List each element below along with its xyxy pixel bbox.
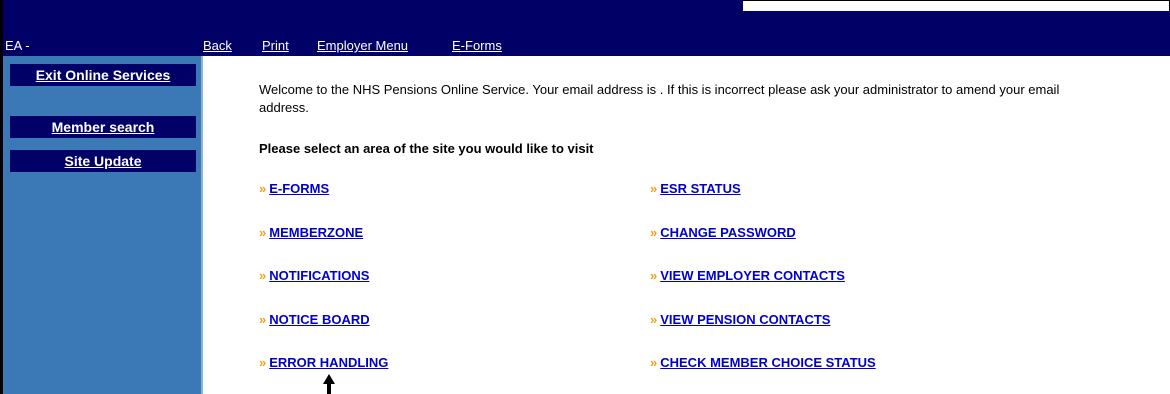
site-update-button[interactable]: Site Update xyxy=(10,150,196,172)
memberzone-link[interactable]: » MEMBERZONE xyxy=(259,225,363,240)
view-employer-contacts-link[interactable]: » VIEW EMPLOYER CONTACTS xyxy=(650,268,845,283)
employer-menu-link[interactable]: Employer Menu xyxy=(317,38,408,53)
sidebar-divider xyxy=(201,56,203,394)
check-member-choice-status-link[interactable]: » CHECK MEMBER CHOICE STATUS xyxy=(650,355,876,370)
back-link[interactable]: Back xyxy=(203,38,232,53)
top-banner-gap xyxy=(743,0,1170,11)
top-banner xyxy=(3,0,743,34)
bullet-icon: » xyxy=(259,268,267,283)
notice-board-link[interactable]: » NOTICE BOARD xyxy=(259,312,370,327)
bullet-icon: » xyxy=(259,312,267,327)
bullet-icon: » xyxy=(650,225,658,240)
bullet-icon: » xyxy=(650,312,658,327)
esr-status-link[interactable]: » ESR STATUS xyxy=(650,181,741,196)
nav-bar xyxy=(3,34,1170,56)
member-search-button[interactable]: Member search xyxy=(10,116,196,138)
bullet-icon: » xyxy=(650,181,658,196)
eforms-link[interactable]: » E-FORMS xyxy=(259,181,329,196)
sidebar: Exit Online Services Member search Site … xyxy=(3,56,201,394)
view-pension-contacts-link[interactable]: » VIEW PENSION CONTACTS xyxy=(650,312,830,327)
bullet-icon: » xyxy=(259,181,267,196)
welcome-message: Welcome to the NHS Pensions Online Servi… xyxy=(259,82,1060,115)
change-password-link[interactable]: » CHANGE PASSWORD xyxy=(650,225,796,240)
bullet-icon: » xyxy=(650,268,658,283)
bullet-icon: » xyxy=(650,355,658,370)
ea-label: EA - xyxy=(5,38,30,53)
top-banner-right xyxy=(743,11,1170,34)
bullet-icon: » xyxy=(259,225,267,240)
print-link[interactable]: Print xyxy=(262,38,289,53)
bullet-icon: » xyxy=(259,355,267,370)
notifications-link[interactable]: » NOTIFICATIONS xyxy=(259,268,369,283)
error-handling-link[interactable]: » ERROR HANDLING xyxy=(259,355,388,370)
exit-online-services-button[interactable]: Exit Online Services xyxy=(10,64,196,86)
select-area-heading: Please select an area of the site you wo… xyxy=(259,141,594,156)
eforms-nav-link[interactable]: E-Forms xyxy=(452,38,502,53)
annotation-arrow-icon xyxy=(323,374,335,394)
